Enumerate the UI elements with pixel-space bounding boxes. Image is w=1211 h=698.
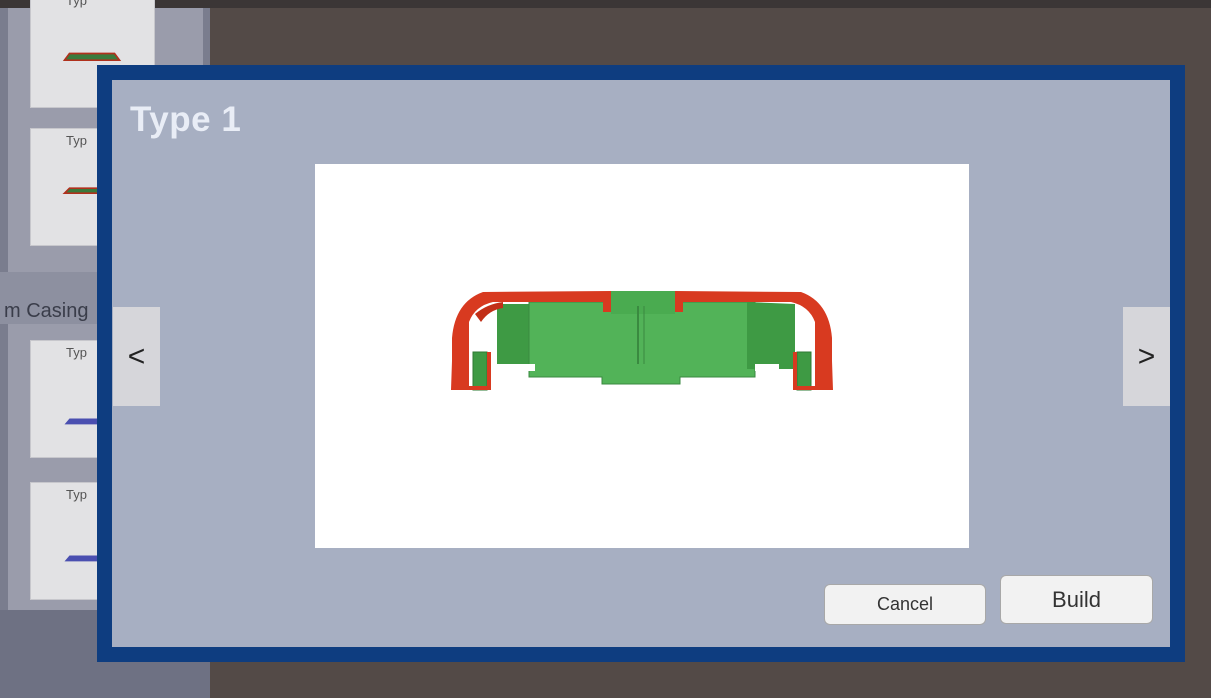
type-card-label: Typ [66, 487, 87, 502]
previous-type-button[interactable]: < [113, 307, 160, 406]
build-button[interactable]: Build [1000, 575, 1153, 624]
dialog-title: Type 1 [130, 100, 242, 139]
casing-cross-section-image [451, 291, 833, 391]
cancel-button[interactable]: Cancel [824, 584, 986, 625]
type-card-label: Typ [66, 345, 87, 360]
type-card-label: Typ [66, 0, 87, 8]
section-header-label: m Casing [4, 300, 89, 322]
next-type-button[interactable]: > [1123, 307, 1170, 406]
type-card-label: Typ [66, 133, 87, 148]
casing-preview [315, 164, 969, 548]
top-strip [0, 0, 1211, 8]
casing-thumbnail-icon [62, 52, 122, 61]
